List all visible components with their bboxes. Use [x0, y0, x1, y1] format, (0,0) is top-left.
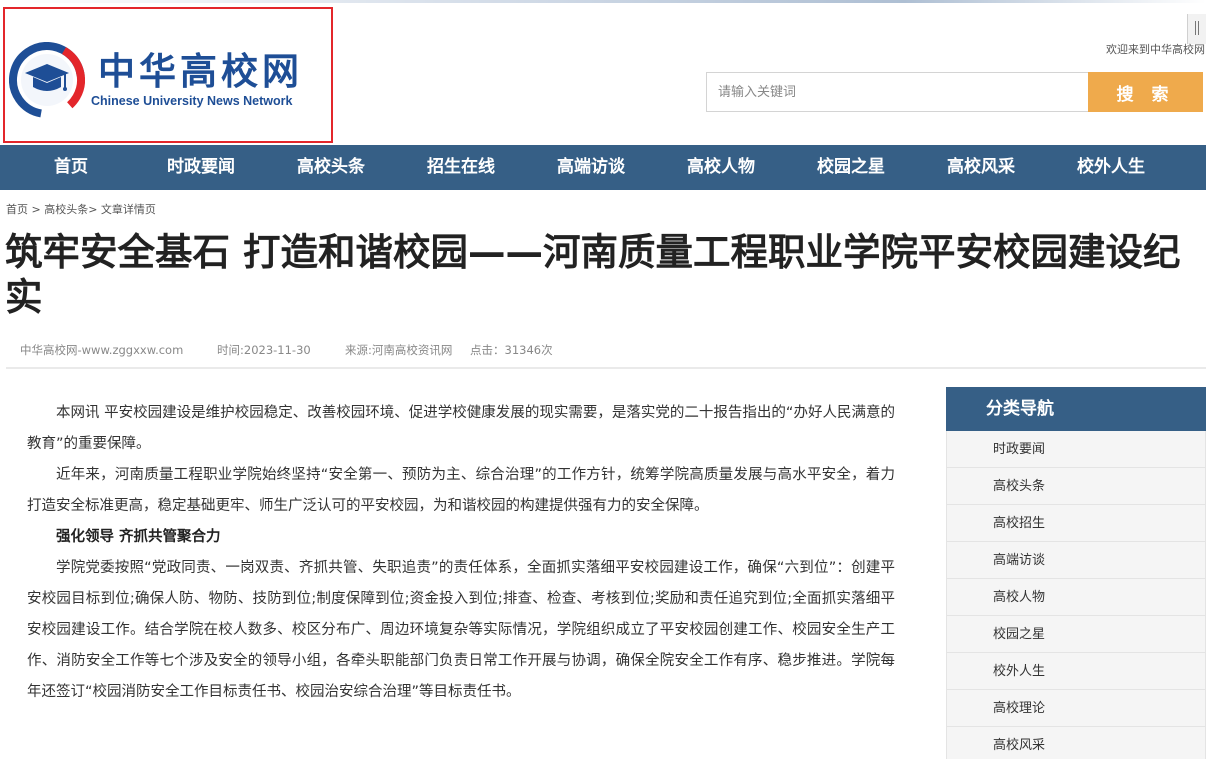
sidebar-item-life[interactable]: 校外人生	[946, 653, 1206, 690]
sidebar-item-theory[interactable]: 高校理论	[946, 690, 1206, 727]
nav-item-admissions[interactable]: 招生在线	[396, 145, 526, 190]
graduation-cap-icon	[9, 42, 85, 118]
nav-item-campus-style[interactable]: 高校风采	[916, 145, 1046, 190]
sidebar-item-headlines[interactable]: 高校头条	[946, 468, 1206, 505]
article-body: 本网讯 平安校园建设是维护校园稳定、改善校园环境、促进学校健康发展的现实需要，是…	[27, 398, 895, 708]
nav-item-home[interactable]: 首页	[6, 145, 136, 190]
nav-item-people[interactable]: 高校人物	[656, 145, 786, 190]
nav-item-headlines[interactable]: 高校头条	[266, 145, 396, 190]
logo-chinese-name: 中华高校网	[98, 49, 303, 93]
nav-item-campus-stars[interactable]: 校园之星	[786, 145, 916, 190]
search-input[interactable]	[706, 72, 1088, 112]
sidebar-item-campus-stars[interactable]: 校园之星	[946, 616, 1206, 653]
sidebar-category-list: 时政要闻 高校头条 高校招生 高端访谈 高校人物 校园之星 校外人生 高校理论 …	[946, 431, 1206, 759]
welcome-text: 欢迎来到中华高校网	[1106, 43, 1205, 56]
sidebar-item-admissions[interactable]: 高校招生	[946, 505, 1206, 542]
article-source: 来源:河南高校资讯网	[345, 343, 453, 357]
breadcrumb[interactable]: 首页 > 高校头条> 文章详情页	[6, 201, 156, 217]
article-site: 中华高校网-www.zggxxw.com	[20, 343, 184, 357]
main-navigation: 首页 时政要闻 高校头条 招生在线 高端访谈 高校人物 校园之星 高校风采 校外…	[0, 145, 1206, 190]
top-stripe	[0, 0, 1206, 3]
sidebar-item-interviews[interactable]: 高端访谈	[946, 542, 1206, 579]
article-date: 时间:2023-11-30	[217, 343, 311, 357]
sidebar-item-campus-style[interactable]: 高校风采	[946, 727, 1206, 759]
paragraph: 近年来，河南质量工程职业学院始终坚持“安全第一、预防为主、综合治理”的工作方针，…	[27, 467, 895, 514]
sidebar-item-people[interactable]: 高校人物	[946, 579, 1206, 616]
paragraph: 本网讯 平安校园建设是维护校园稳定、改善校园环境、促进学校健康发展的现实需要，是…	[27, 405, 895, 452]
nav-item-life[interactable]: 校外人生	[1046, 145, 1176, 190]
article-title: 筑牢安全基石 打造和谐校园——河南质量工程职业学院平安校园建设纪实	[5, 230, 1181, 319]
nav-item-politics[interactable]: 时政要闻	[136, 145, 266, 190]
search-button[interactable]: 搜 索	[1088, 72, 1203, 112]
logo-english-name: Chinese University News Network	[91, 94, 293, 108]
section-heading: 强化领导 齐抓共管聚合力	[56, 529, 221, 545]
site-logo[interactable]: 中华高校网 Chinese University News Network	[3, 7, 333, 143]
resize-handle[interactable]	[1187, 14, 1206, 44]
nav-item-interviews[interactable]: 高端访谈	[526, 145, 656, 190]
paragraph: 学院党委按照“党政同责、一岗双责、齐抓共管、失职追责”的责任体系，全面抓实落细平…	[27, 560, 895, 700]
sidebar-item-politics[interactable]: 时政要闻	[946, 431, 1206, 468]
sidebar-title: 分类导航	[946, 387, 1206, 431]
article-clicks: 点击：31346次	[470, 343, 553, 357]
divider	[6, 367, 1206, 369]
